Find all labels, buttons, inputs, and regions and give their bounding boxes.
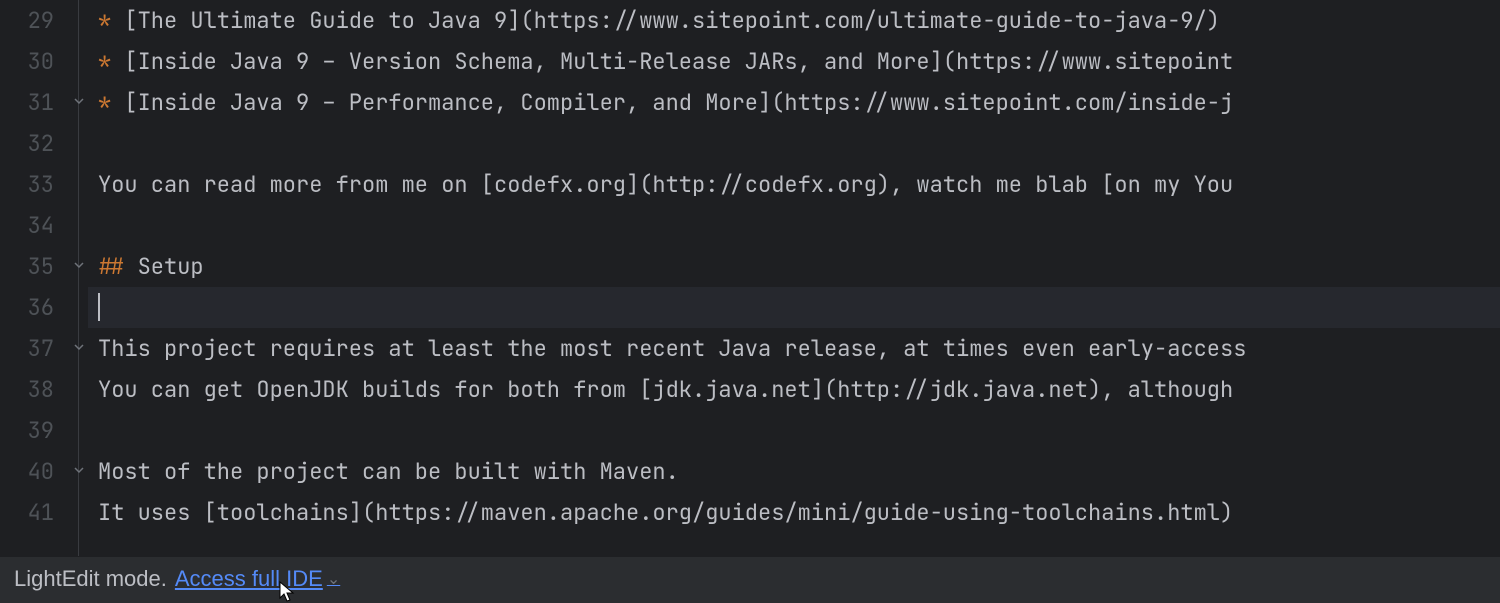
code-line[interactable]: It uses [toolchains](https://maven.apach… [88,492,1500,533]
code-line[interactable] [88,123,1500,164]
access-full-ide-label: Access full IDE [175,566,323,592]
line-number: 32 [0,123,54,164]
fold-gutter[interactable] [70,0,88,556]
fold-toggle-icon[interactable] [74,96,84,106]
code-text: Setup [138,252,204,281]
code-line[interactable]: You can read more from me on [codefx.org… [88,164,1500,205]
line-number: 36 [0,287,54,328]
code-line[interactable] [88,287,1500,328]
line-number-gutter: 29303132333435363738394041 [0,0,70,556]
code-editor[interactable]: 29303132333435363738394041 * [The Ultima… [0,0,1500,556]
code-line[interactable]: * [Inside Java 9 – Performance, Compiler… [88,82,1500,123]
code-text: Most of the project can be built with Ma… [98,457,679,486]
code-line[interactable]: You can get OpenJDK builds for both from… [88,369,1500,410]
code-line[interactable]: * [The Ultimate Guide to Java 9](https:/… [88,0,1500,41]
code-text: * [98,88,124,117]
code-text: You can get OpenJDK builds for both from… [98,375,1233,404]
line-number: 38 [0,369,54,410]
line-number: 34 [0,205,54,246]
code-text: This project requires at least the most … [98,334,1246,363]
lightedit-mode-label: LightEdit mode. [14,566,167,592]
code-text: * [98,6,124,35]
line-number: 33 [0,164,54,205]
line-number: 39 [0,410,54,451]
code-line[interactable]: * [Inside Java 9 – Version Schema, Multi… [88,41,1500,82]
line-number: 31 [0,82,54,123]
code-text: You can read more from me on [codefx.org… [98,170,1233,199]
line-number: 35 [0,246,54,287]
access-full-ide-link[interactable]: Access full IDE ⌄ [175,566,340,592]
fold-toggle-icon[interactable] [74,260,84,270]
code-text: It uses [toolchains](https://maven.apach… [98,498,1233,527]
fold-toggle-icon[interactable] [74,465,84,475]
line-number: 40 [0,451,54,492]
line-number: 41 [0,492,54,533]
code-text: ## [98,252,138,281]
code-line[interactable] [88,205,1500,246]
code-line[interactable]: ## Setup [88,246,1500,287]
code-line[interactable] [88,410,1500,451]
chevron-down-icon: ⌄ [327,569,340,589]
fold-toggle-icon[interactable] [74,342,84,352]
code-area[interactable]: * [The Ultimate Guide to Java 9](https:/… [88,0,1500,556]
code-line[interactable]: Most of the project can be built with Ma… [88,451,1500,492]
text-caret [98,293,100,321]
line-number: 29 [0,0,54,41]
code-text: [Inside Java 9 – Performance, Compiler, … [124,88,1233,117]
line-number: 30 [0,41,54,82]
code-text: [The Ultimate Guide to Java 9](https://w… [124,6,1220,35]
code-text: * [98,47,124,76]
code-line[interactable]: This project requires at least the most … [88,328,1500,369]
code-text: [Inside Java 9 – Version Schema, Multi-R… [124,47,1233,76]
status-bar: LightEdit mode. Access full IDE ⌄ [0,556,1500,600]
line-number: 37 [0,328,54,369]
